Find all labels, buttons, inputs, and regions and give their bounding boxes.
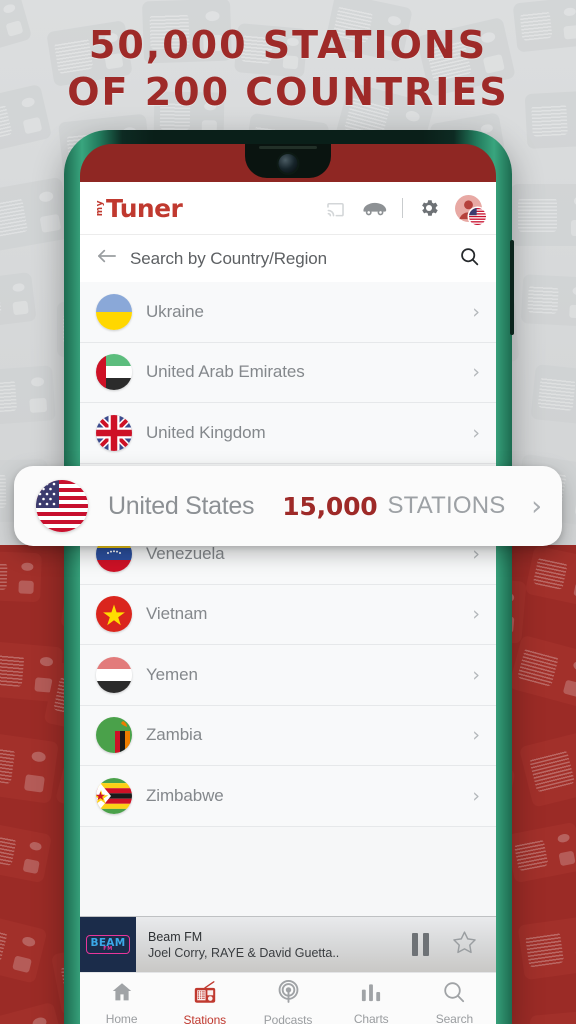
country-name: Venezuela <box>146 543 225 563</box>
chevron-right-icon[interactable]: › <box>472 543 480 565</box>
profile-avatar[interactable] <box>455 194 486 225</box>
highlight-station-count: 15,000 <box>282 491 378 521</box>
logo-name: Tuner <box>106 193 183 223</box>
now-playing-meta: Beam FM Joel Corry, RAYE & David Guetta.… <box>148 929 412 961</box>
highlight-country-name: United States <box>108 491 255 520</box>
search-input[interactable]: Search by Country/Region <box>130 249 459 269</box>
zw-flag-icon <box>96 777 132 814</box>
country-row[interactable]: Yemen › <box>80 645 496 706</box>
cast-icon[interactable] <box>325 199 346 218</box>
screenshot-stage: 50,000 STATIONS OF 200 COUNTRIES my Tune… <box>0 0 576 1024</box>
country-row[interactable]: Vietnam › <box>80 584 496 645</box>
country-name: Ukraine <box>146 301 204 321</box>
vn-flag-icon <box>96 596 132 633</box>
nav-item-label: Podcasts <box>263 1012 313 1024</box>
highlighted-country-card[interactable]: United States 15,000 STATIONS › <box>14 466 562 546</box>
ae-flag-icon <box>96 354 132 391</box>
chevron-right-icon[interactable]: › <box>472 724 480 746</box>
app-screen: my Tuner Search by Country/Region Ukrain… <box>80 182 496 1024</box>
headline-line-2: OF 200 COUNTRIES <box>67 70 509 114</box>
country-name: Yemen <box>146 664 198 684</box>
ye-flag-icon <box>96 656 132 693</box>
country-row[interactable]: Ukraine › <box>80 282 496 343</box>
country-row[interactable]: Zambia › <box>80 705 496 766</box>
chevron-right-icon[interactable]: › <box>472 301 480 323</box>
search-icon[interactable] <box>459 246 480 272</box>
back-arrow-icon[interactable] <box>96 247 118 270</box>
country-name: United Arab Emirates <box>146 362 305 382</box>
app-bar: my Tuner <box>80 182 496 234</box>
car-icon[interactable] <box>361 200 387 217</box>
nav-item-label: Stations <box>183 1012 227 1024</box>
star-outline-icon[interactable] <box>451 929 478 961</box>
country-name: Zimbabwe <box>146 785 224 805</box>
nav-item-label: Charts <box>353 1011 389 1024</box>
chevron-right-icon[interactable]: › <box>472 785 480 807</box>
phone-mockup: my Tuner Search by Country/Region Ukrain… <box>64 130 514 1024</box>
nav-item-label: Search <box>435 1012 474 1024</box>
country-row[interactable]: Zimbabwe › <box>80 766 496 827</box>
country-name: Zambia <box>146 725 203 745</box>
chevron-right-icon[interactable]: › <box>472 422 480 444</box>
chevron-right-icon[interactable]: › <box>472 603 480 625</box>
country-list[interactable]: Ukraine › United Arab Emirates › United King… <box>80 282 496 827</box>
now-playing-bar[interactable]: BEAM FM Beam FM Joel Corry, RAYE & David… <box>80 916 496 973</box>
logo-prefix: my <box>95 199 105 217</box>
search-icon <box>442 980 466 1009</box>
nav-item-podcasts[interactable]: Podcasts <box>246 973 329 1024</box>
search-bar[interactable]: Search by Country/Region <box>80 234 496 282</box>
earpiece-speaker <box>259 146 317 149</box>
phone-screen-area: my Tuner Search by Country/Region Ukrain… <box>80 144 496 1024</box>
charts-icon <box>359 981 383 1009</box>
nav-item-stations[interactable]: Stations <box>163 973 246 1024</box>
bottom-navigation[interactable]: Home Stations Podcasts Charts Search <box>80 972 496 1024</box>
toolbar-divider <box>402 198 403 218</box>
country-name: Vietnam <box>146 604 208 624</box>
promo-headline: 50,000 STATIONS OF 200 COUNTRIES <box>0 22 576 116</box>
chevron-right-icon[interactable]: › <box>531 491 542 522</box>
nav-item-search[interactable]: Search <box>413 973 496 1024</box>
country-row[interactable]: United Arab Emirates › <box>80 342 496 403</box>
headline-line-1: 50,000 STATIONS <box>88 23 488 67</box>
front-camera-icon <box>278 154 298 173</box>
gb-flag-icon <box>96 414 132 451</box>
nav-item-home[interactable]: Home <box>80 973 163 1024</box>
app-bar-actions <box>325 194 486 225</box>
nav-item-label: Home <box>105 1012 138 1024</box>
app-logo[interactable]: my Tuner <box>95 193 183 223</box>
podcast-icon <box>276 979 301 1010</box>
station-name: Beam FM <box>148 929 203 944</box>
highlight-unit-label: STATIONS <box>387 492 506 519</box>
track-title: Joel Corry, RAYE & David Guetta.. <box>148 945 340 960</box>
nav-item-charts[interactable]: Charts <box>330 973 413 1024</box>
ua-flag-icon <box>96 293 132 330</box>
zm-flag-icon <box>96 717 132 754</box>
profile-country-flag-icon <box>469 207 486 225</box>
radio-icon <box>192 980 218 1010</box>
us-flag-icon <box>36 480 88 532</box>
gear-icon[interactable] <box>418 197 440 219</box>
country-name: United Kingdom <box>146 422 266 442</box>
pause-icon[interactable] <box>412 933 429 956</box>
country-row[interactable]: United Kingdom › <box>80 403 496 464</box>
chevron-right-icon[interactable]: › <box>472 664 480 686</box>
phone-side-button[interactable] <box>510 240 514 335</box>
camera-notch <box>245 144 331 178</box>
home-icon <box>110 980 134 1009</box>
station-artwork: BEAM FM <box>80 916 136 973</box>
chevron-right-icon[interactable]: › <box>472 361 480 383</box>
